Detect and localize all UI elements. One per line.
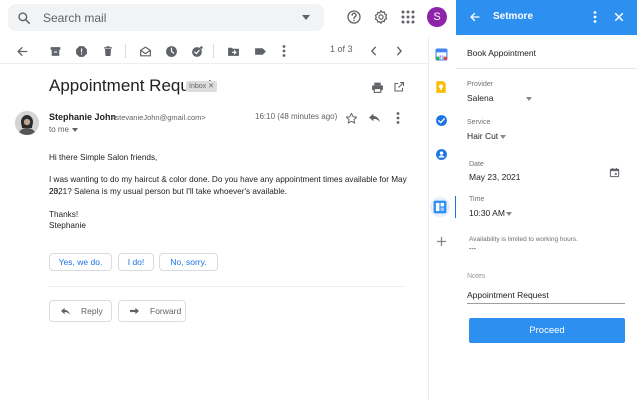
email-body-greeting: Hi there Simple Salon friends, [49,153,158,162]
availability-note: Availability is limited to working hours… [469,236,578,243]
back-arrow-icon[interactable] [14,43,30,59]
inbox-label-text: Inbox [189,83,207,90]
section-title: Book Appointment [467,48,536,58]
smart-reply-chip[interactable]: No, sorry. [159,253,218,271]
email-body-line: 2021? Salena is my usual person but I'll… [49,187,287,196]
close-icon[interactable] [611,9,627,25]
service-label: Service [467,119,491,126]
chevron-right-icon[interactable] [391,43,407,59]
date-label: Date [469,161,484,168]
open-in-new-window-icon[interactable] [391,79,407,95]
add-addon-icon[interactable] [433,233,449,249]
forward-label: Forward [150,306,182,316]
help-circle-icon[interactable] [344,7,364,27]
print-icon[interactable] [369,79,385,95]
panel-title: Setmore [493,11,534,22]
time-select[interactable]: 10:30 AM [469,208,505,218]
inbox-label-chip[interactable]: Inbox ✕ [186,81,217,92]
sender-email: <stevanieJohn@gmail.com> [111,113,206,122]
email-body-signature: Stephanie [49,221,86,230]
setmore-app-icon[interactable] [432,199,448,215]
more-vert-icon[interactable] [276,43,292,59]
search-icon[interactable] [17,11,31,25]
recipient-text: to me [49,125,70,134]
sender-name: Stephanie John [49,112,117,122]
more-vert-icon[interactable] [390,110,406,126]
search-options-caret-icon[interactable] [302,15,310,20]
archive-icon[interactable] [47,43,63,59]
report-spam-icon[interactable] [73,43,89,59]
provider-select[interactable]: Salena [467,93,493,103]
service-select[interactable]: Hair Cut [467,131,498,141]
reply-separator [49,286,405,287]
reply-label: Reply [81,306,103,316]
chevron-down-icon[interactable] [500,135,506,139]
chevron-down-icon[interactable] [506,212,512,216]
svg-text:31: 31 [438,54,444,60]
notes-underline [467,303,625,304]
notes-input[interactable]: Appointment Request [467,290,549,300]
notes-label: Notes [467,273,486,280]
date-input[interactable]: May 23, 2021 [469,172,521,182]
contacts-icon[interactable] [433,146,449,162]
calendar-picker-icon[interactable] [606,164,622,180]
time-label: Time [469,196,485,203]
keep-notes-icon[interactable] [433,79,449,95]
forward-button[interactable]: Forward [118,300,186,322]
section-divider [456,68,637,69]
toolbar-divider [125,44,126,58]
star-icon[interactable] [343,110,359,126]
gear-icon[interactable] [371,7,391,27]
tasks-icon[interactable] [433,112,449,128]
forward-icon [129,307,140,316]
pager-count: 1 of 3 [330,44,353,54]
recipient-details[interactable]: to me [49,125,79,134]
reply-button[interactable]: Reply [49,300,112,322]
provider-label: Provider [467,81,494,88]
toolbar-bottom-divider [0,63,428,64]
sender-avatar [15,111,39,135]
calendar-icon[interactable]: 31 [433,46,449,62]
setmore-header [456,0,637,35]
delete-icon[interactable] [100,43,116,59]
chevron-down-icon[interactable] [526,97,532,101]
move-to-folder-icon[interactable] [225,43,241,59]
smart-reply-chip[interactable]: Yes, we do. [49,253,112,271]
apps-grid-icon[interactable] [398,7,418,27]
proceed-button[interactable]: Proceed [469,318,625,343]
account-avatar[interactable]: S [427,7,447,27]
chevron-left-icon[interactable] [366,43,382,59]
chevron-down-icon[interactable] [72,127,79,132]
snooze-clock-icon[interactable] [163,43,179,59]
reply-icon [60,307,71,316]
search-input[interactable] [43,10,283,25]
mark-unread-icon[interactable] [137,43,153,59]
reply-icon[interactable] [366,110,382,126]
add-to-tasks-icon[interactable] [189,43,205,59]
search-bar[interactable] [8,4,324,31]
remove-label-icon[interactable]: ✕ [208,81,214,92]
back-arrow-icon[interactable] [467,9,483,25]
label-tag-icon[interactable] [252,43,268,59]
more-vert-icon[interactable] [587,9,603,25]
toolbar-divider [213,44,214,58]
availability-value: --- [469,246,476,253]
smart-reply-chip[interactable]: I do! [118,253,154,271]
email-timestamp: 16:10 (48 minutes ago) [255,112,338,121]
